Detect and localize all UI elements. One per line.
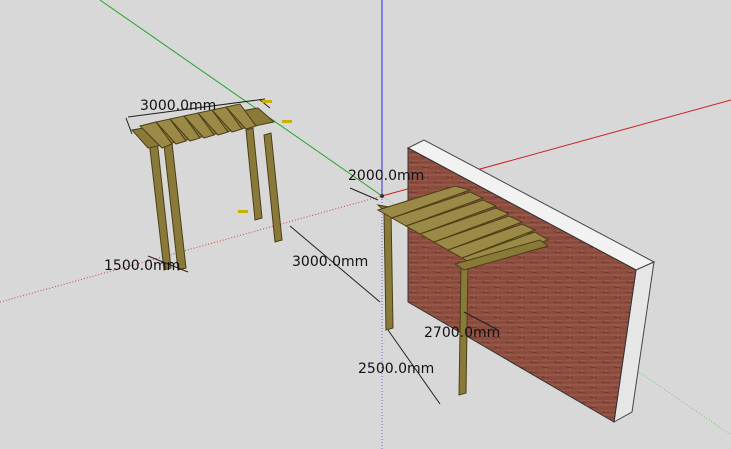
dimension-label-left-width: 3000.0mm	[140, 98, 216, 114]
left-pergola[interactable]	[131, 103, 283, 271]
brick-wall[interactable]	[406, 139, 656, 423]
sketchup-3d-viewport[interactable]: 3000.0mm 1500.0mm 2000.0mm 3000.0mm 2700…	[0, 0, 731, 449]
dimension-label-left-depth: 1500.0mm	[104, 258, 180, 274]
model-canvas[interactable]: 3000.0mm 1500.0mm 2000.0mm 3000.0mm 2700…	[0, 0, 731, 449]
dimension-label-right-width: 3000.0mm	[292, 254, 368, 270]
dimension-label-wall-height: 2700.0mm	[424, 325, 500, 341]
dimension-label-post-height: 2500.0mm	[358, 361, 434, 377]
dimension-label-right-depth: 2000.0mm	[348, 168, 424, 184]
origin-axes-icon	[380, 194, 384, 198]
red-axis-dotted	[0, 195, 383, 303]
